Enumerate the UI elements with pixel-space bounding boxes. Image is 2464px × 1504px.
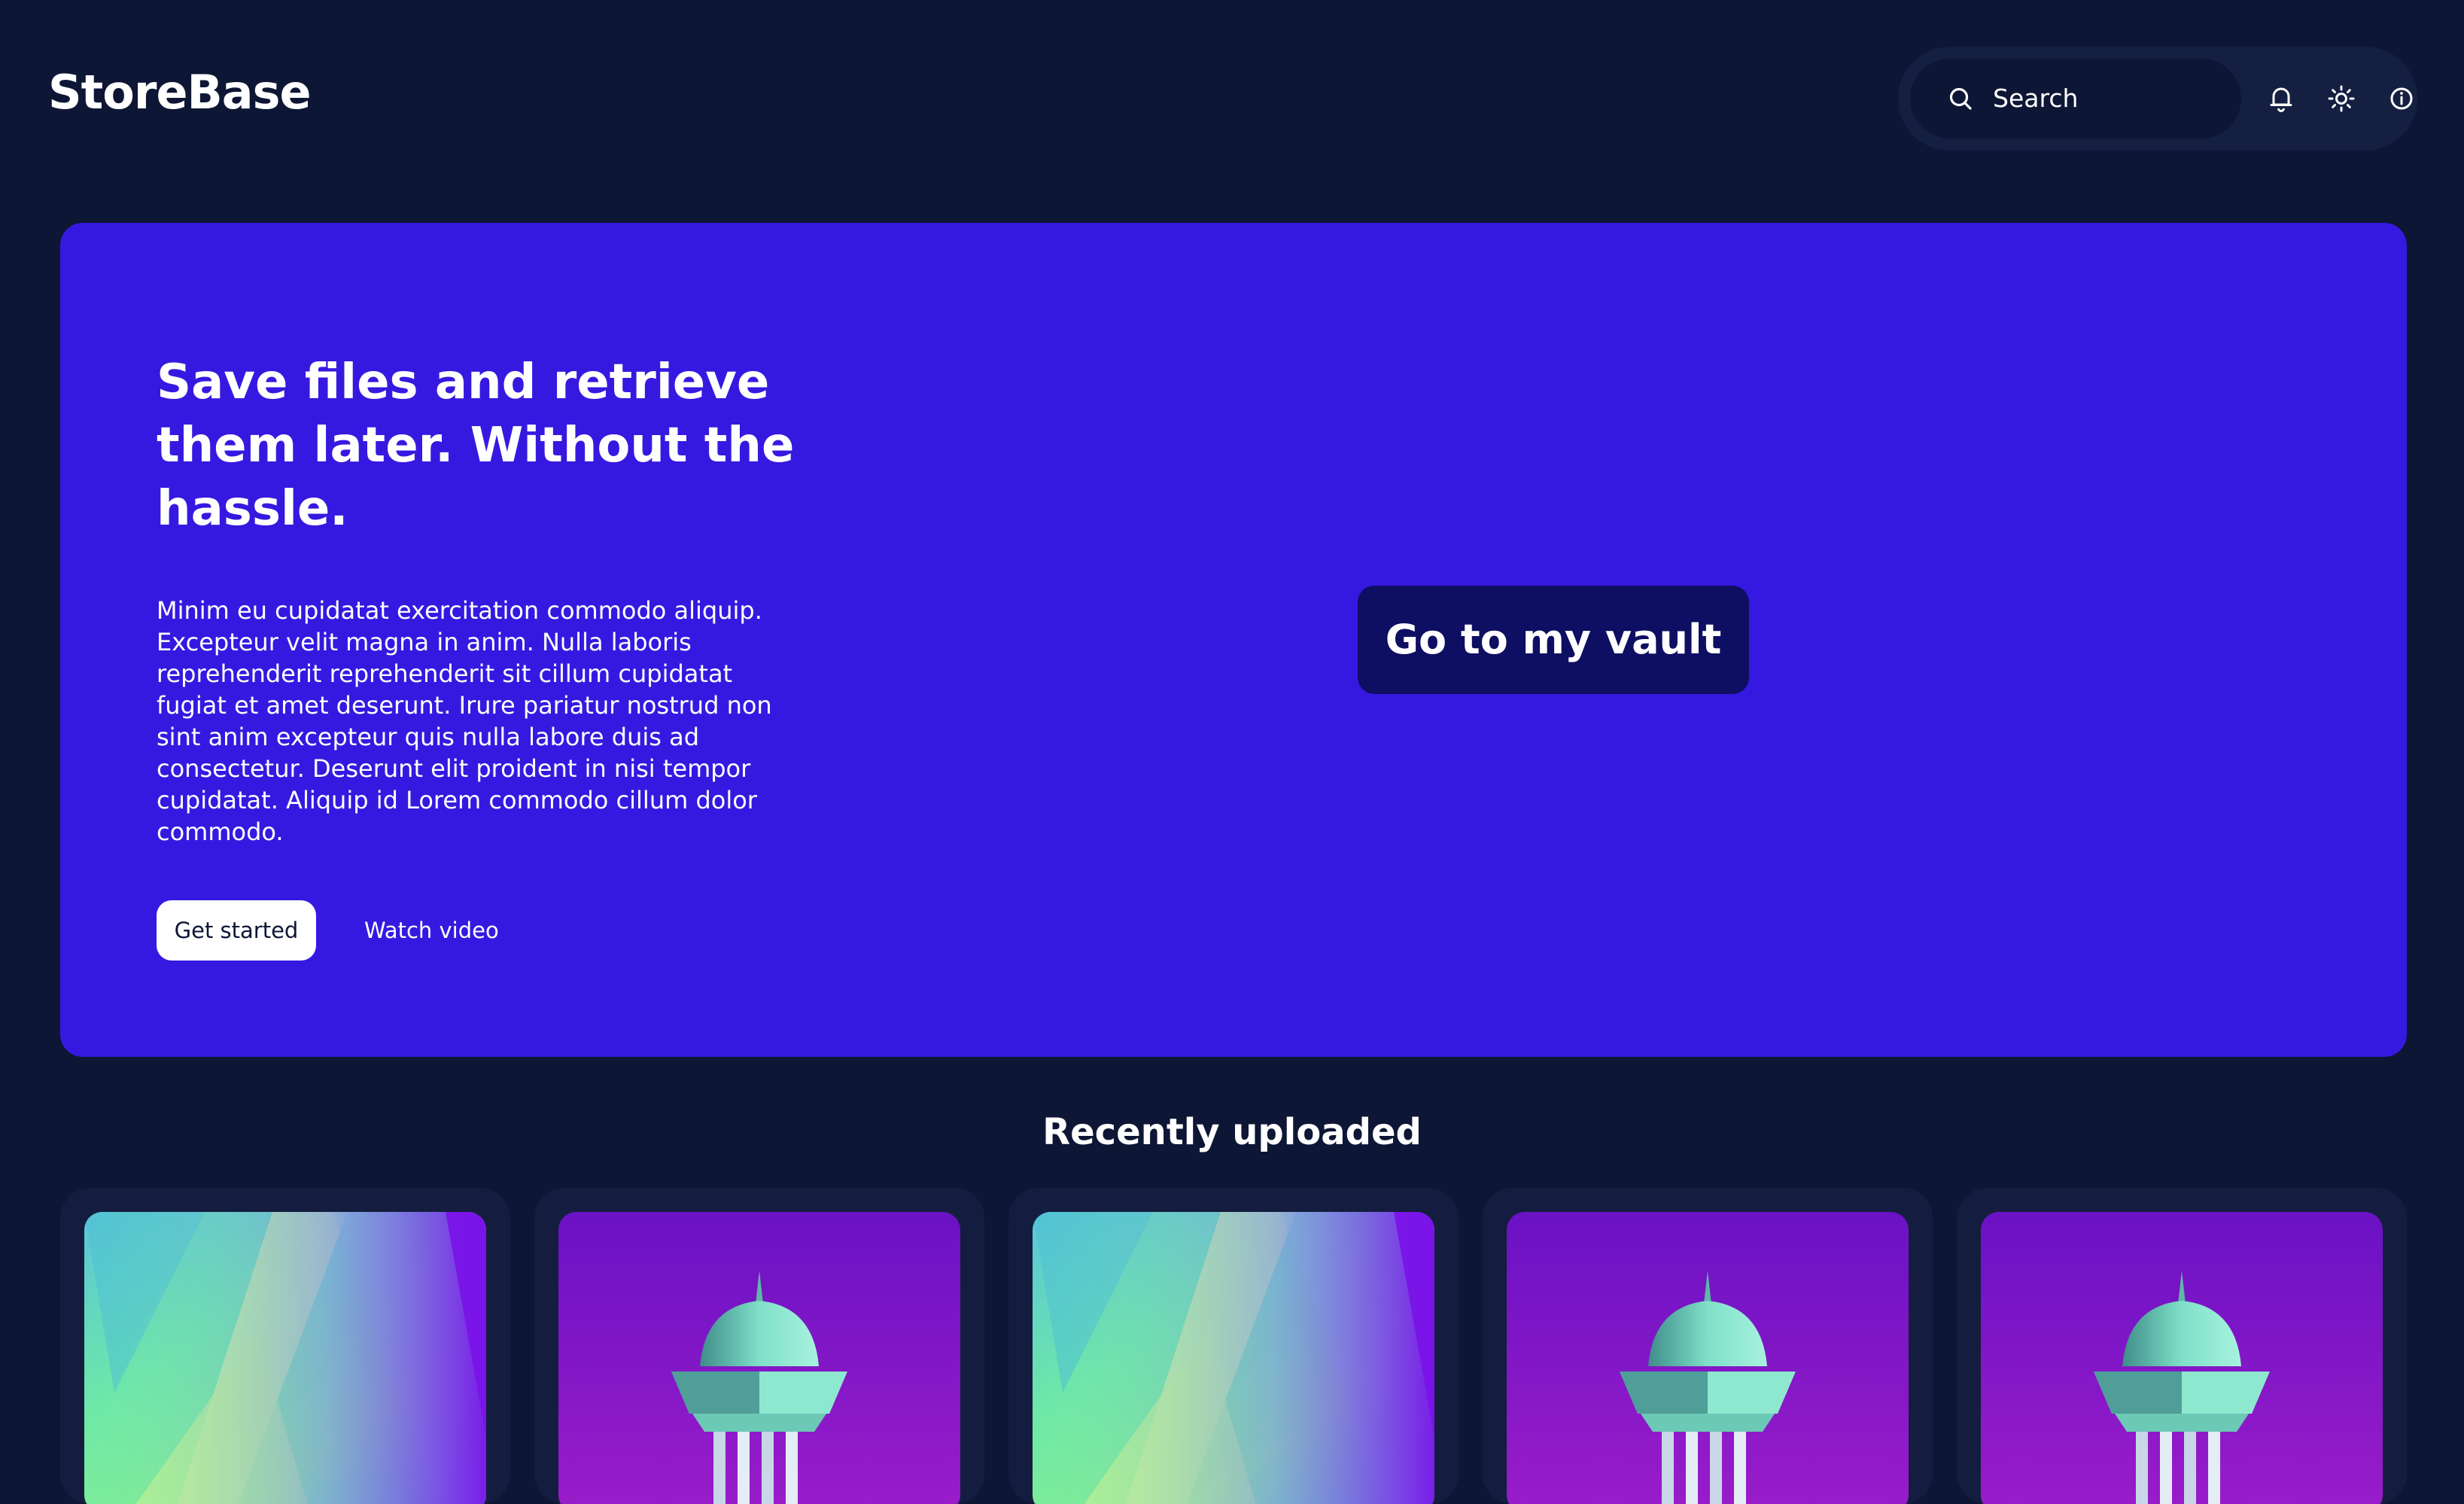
get-started-button[interactable]: Get started <box>157 900 316 961</box>
go-to-vault-button[interactable]: Go to my vault <box>1358 586 1749 694</box>
upload-card[interactable] <box>1957 1188 2407 1504</box>
recently-uploaded-heading: Recently uploaded <box>1042 1111 1422 1153</box>
watch-video-link[interactable]: Watch video <box>364 900 499 961</box>
brand-logo[interactable]: StoreBase <box>48 69 312 116</box>
hero-banner: Save files and retrieve them later. With… <box>60 223 2407 1057</box>
abstract-gradient-image <box>1033 1212 1434 1504</box>
upload-card[interactable] <box>1008 1188 1459 1504</box>
upload-card[interactable] <box>1483 1188 1933 1504</box>
tower-image <box>1507 1212 1909 1504</box>
abstract-gradient-image <box>84 1212 486 1504</box>
bell-icon[interactable] <box>2263 81 2299 117</box>
search-button[interactable]: Search <box>1910 59 2241 139</box>
search-icon <box>1948 86 1973 111</box>
header-toolbar: Search <box>1898 47 2417 151</box>
search-label: Search <box>1993 84 2079 113</box>
sun-icon[interactable] <box>2323 81 2359 117</box>
hero-title: Save files and retrieve them later. With… <box>157 355 795 537</box>
upload-card[interactable] <box>534 1188 984 1504</box>
tower-image <box>558 1212 960 1504</box>
info-icon[interactable] <box>2383 81 2420 117</box>
upload-card[interactable] <box>60 1188 510 1504</box>
tower-image <box>1981 1212 2383 1504</box>
hero-description: Minim eu cupidatat exercitation commodo … <box>157 596 772 846</box>
